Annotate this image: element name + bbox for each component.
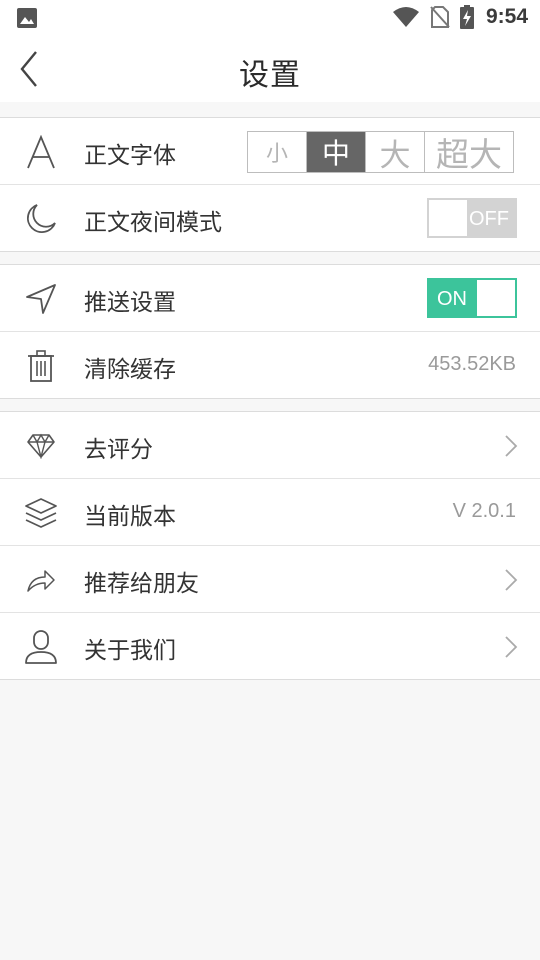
image-icon [16,7,38,33]
about-us-label: 关于我们 [84,638,176,664]
settings-group-system: 推送设置 ON 清除缓存 453.52KB [0,264,540,399]
status-bar: 9:54 [0,0,540,36]
push-settings-label: 推送设置 [84,290,176,316]
font-size-option-large[interactable]: 大 [365,132,424,174]
page-title: 设置 [239,58,301,93]
font-size-row: 正文字体 小 中 大 超大 [0,118,540,185]
toggle-knob [429,200,467,236]
rate-app-label: 去评分 [84,437,153,463]
font-size-option-xlarge[interactable]: 超大 [424,132,513,174]
version-value: V 2.0.1 [452,500,516,522]
share-arrow-icon [22,561,60,599]
font-size-option-medium[interactable]: 中 [306,132,365,172]
trash-icon [22,347,60,385]
toggle-knob [477,280,515,316]
push-settings-row: 推送设置 ON [0,265,540,332]
app-header: 设置 [0,36,540,102]
current-version-row: 当前版本 V 2.0.1 [0,479,540,546]
current-version-label: 当前版本 [84,504,176,530]
settings-group-about: 去评分 当前版本 V 2.0.1 推荐给朋友 关于我们 [0,411,540,680]
night-mode-row: 正文夜间模式 OFF [0,185,540,251]
recommend-friends-row[interactable]: 推荐给朋友 [0,546,540,613]
rate-app-row[interactable]: 去评分 [0,412,540,479]
no-sim-icon [430,5,450,29]
layers-icon [22,494,60,532]
about-us-row[interactable]: 关于我们 [0,613,540,679]
font-size-option-small[interactable]: 小 [248,132,306,172]
battery-charging-icon [459,5,474,29]
night-mode-label: 正文夜间模式 [84,210,222,236]
navigation-arrow-icon [22,280,60,318]
chevron-right-icon [505,435,518,457]
clear-cache-label: 清除缓存 [84,357,176,383]
clear-cache-row[interactable]: 清除缓存 453.52KB [0,332,540,398]
font-size-label: 正文字体 [84,143,176,169]
toggle-state-text: ON [437,288,467,310]
night-mode-toggle[interactable]: OFF [427,198,517,238]
push-toggle[interactable]: ON [427,278,517,318]
chevron-right-icon [505,636,518,658]
status-time: 9:54 [485,5,528,28]
font-size-selector: 小 中 大 超大 [247,131,514,174]
moon-icon [22,200,60,238]
chevron-right-icon [505,569,518,591]
recommend-friends-label: 推荐给朋友 [84,571,199,597]
wifi-icon [392,6,420,28]
diamond-icon [22,427,60,465]
cache-size-value: 453.52KB [428,353,516,375]
font-a-icon [22,133,60,171]
toggle-state-text: OFF [469,208,509,230]
settings-group-display: 正文字体 小 中 大 超大 正文夜间模式 OFF [0,117,540,252]
user-icon [22,628,60,666]
